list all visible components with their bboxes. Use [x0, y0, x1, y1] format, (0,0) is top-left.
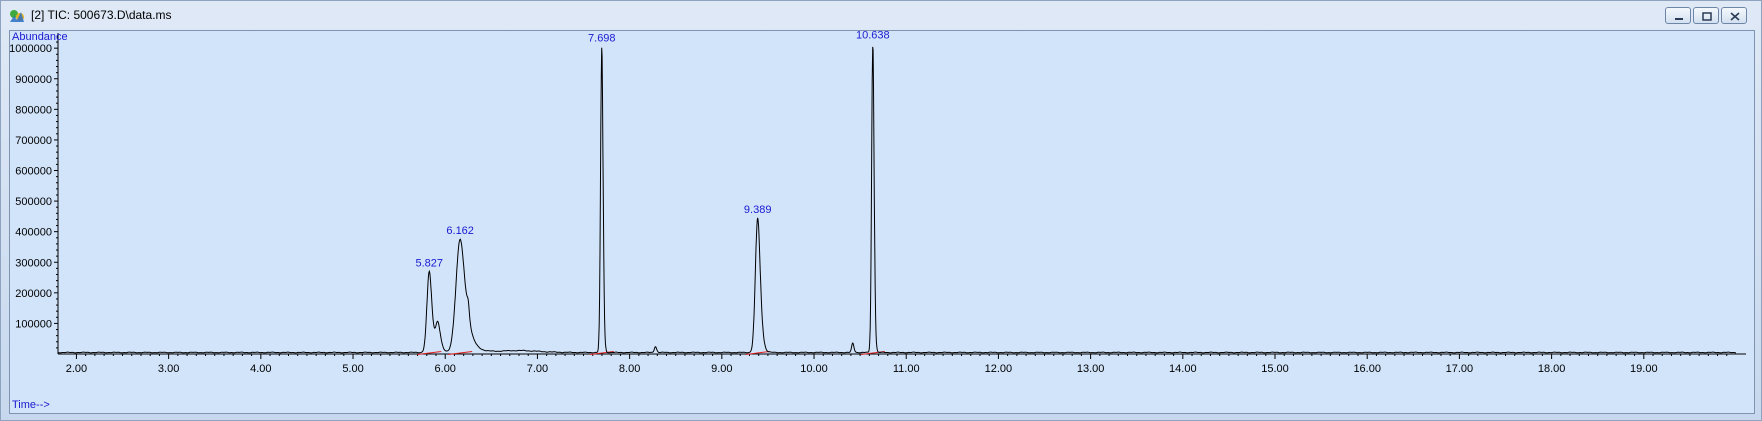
peak-label: 5.827 [416, 257, 444, 269]
x-tick-label: 7.00 [527, 363, 548, 375]
peak-labels: 5.827 6.162 7.698 9.389 10.638 [416, 31, 890, 269]
peak-label: 7.698 [588, 32, 616, 44]
x-tick-label: 5.00 [342, 363, 363, 375]
y-tick-label: 500000 [15, 196, 52, 208]
tic-trace [57, 46, 1737, 354]
x-tick-label: 4.00 [250, 363, 271, 375]
y-tick-label: 1000000 [10, 43, 52, 55]
x-tick-label: 14.00 [1169, 363, 1197, 375]
y-tick-label: 700000 [15, 135, 52, 147]
peak-label: 10.638 [856, 31, 890, 42]
axes: 100000 200000 300000 400000 500000 600000 7000… [10, 33, 1746, 375]
x-tick-label: 18.00 [1538, 363, 1566, 375]
x-tick-label: 10.00 [800, 363, 828, 375]
y-tick-label: 100000 [15, 318, 52, 330]
x-tick-label: 12.00 [985, 363, 1013, 375]
peak-label: 9.389 [744, 204, 772, 216]
minimize-button[interactable] [1665, 7, 1691, 24]
close-button[interactable] [1721, 7, 1747, 24]
x-tick-label: 13.00 [1077, 363, 1105, 375]
x-tick-label: 6.00 [435, 363, 456, 375]
x-tick-label: 11.00 [893, 363, 920, 375]
x-tick-label: 8.00 [619, 363, 640, 375]
window-title: [2] TIC: 500673.D\data.ms [31, 8, 172, 22]
chromatogram-window: [2] TIC: 500673.D\data.ms 100000 200000 30… [0, 0, 1762, 421]
x-tick-label: 9.00 [711, 363, 732, 375]
plot-area[interactable]: 100000 200000 300000 400000 500000 600000 7000… [9, 30, 1755, 414]
close-icon [1730, 12, 1740, 21]
tic-chart: 100000 200000 300000 400000 500000 600000 7000… [10, 31, 1746, 411]
y-tick-label: 400000 [15, 227, 52, 239]
x-tick-label: 19.00 [1630, 363, 1658, 375]
minimize-icon [1675, 18, 1683, 20]
x-tick-label: 15.00 [1261, 363, 1289, 375]
x-tick-label: 17.00 [1446, 363, 1474, 375]
peak-label: 6.162 [446, 225, 474, 237]
y-tick-label: 900000 [15, 74, 52, 86]
restore-icon [1702, 12, 1712, 21]
x-axis-title: Time--> [12, 399, 50, 411]
y-tick-label: 200000 [15, 288, 52, 300]
y-tick-label: 600000 [15, 166, 52, 178]
x-tick-label: 3.00 [158, 363, 179, 375]
x-tick-label: 2.00 [66, 363, 87, 375]
chromatogram-app-icon [9, 8, 25, 24]
restore-button[interactable] [1693, 7, 1719, 24]
y-axis-title: Abundance [12, 31, 68, 43]
x-tick-label: 16.00 [1353, 363, 1381, 375]
y-tick-label: 300000 [15, 257, 52, 269]
title-bar[interactable]: [2] TIC: 500673.D\data.ms [1, 1, 1761, 29]
y-tick-label: 800000 [15, 104, 52, 116]
